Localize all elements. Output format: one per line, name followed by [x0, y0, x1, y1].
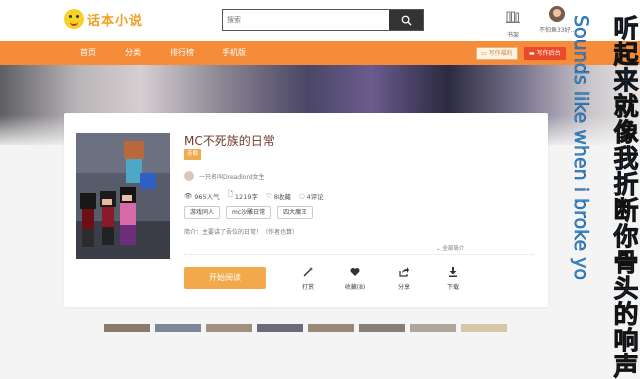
favorite-action[interactable]: 收藏(8): [342, 267, 368, 291]
recommend-thumb[interactable]: [410, 324, 456, 332]
english-lyric-overlay: Sounds like when i broke yo: [570, 15, 592, 281]
status-badge: 连载: [184, 149, 202, 160]
nav-category[interactable]: 分类: [125, 41, 141, 65]
heart-icon: [350, 268, 360, 276]
start-reading-button[interactable]: 开始阅读: [184, 267, 266, 289]
more-intro-label: 全部简介: [442, 246, 465, 252]
recommend-strip: [104, 324, 507, 332]
top-bar: 话本小说 书架 不怕鱼33好...: [0, 0, 640, 41]
book-card: MC不死族的日常 连载 一只名叫Dreadlord女生 👁 965人气 🗋 1219…: [64, 113, 548, 307]
download-icon: [449, 267, 457, 277]
recommend-thumb[interactable]: [359, 324, 405, 332]
write-benefit-label: 写作福利: [488, 50, 513, 57]
search-box: [222, 9, 424, 31]
bookshelf-label: 书架: [506, 32, 519, 39]
nav-ranking[interactable]: 排行榜: [170, 41, 194, 65]
wordcount-stat: 🗋 1219字: [228, 190, 258, 201]
site-logo[interactable]: 话本小说: [64, 9, 143, 29]
heart-outline-icon: ♡: [265, 191, 272, 200]
book-intro: 简介：主要讲了吾位的日常！（作者也算）: [184, 229, 299, 236]
write-benefit-button[interactable]: ▭ 写作福利: [476, 47, 518, 60]
write-backend-label: 写作后台: [536, 50, 561, 57]
cover-art: [76, 133, 170, 259]
tag-list: 游戏同人 mc沙雕日常 四大魔王: [184, 206, 314, 219]
popularity-stat: 👁 965人气: [184, 190, 220, 201]
recommend-thumb[interactable]: [155, 324, 201, 332]
search-button[interactable]: [389, 10, 423, 30]
author-row[interactable]: 一只名叫Dreadlord女生: [184, 171, 265, 181]
wordcount-value: 1219字: [234, 192, 258, 201]
nav-home[interactable]: 首页: [80, 41, 96, 65]
book-stats: 👁 965人气 🗋 1219字 ♡ 8收藏 ◌ 4评论: [184, 190, 324, 201]
nav-bar: 首页 分类 排行榜 手机版 ▭ 写作福利 ▬ 写作后台: [0, 41, 640, 65]
book-title: MC不死族的日常: [184, 134, 275, 148]
magic-wand-icon: [303, 267, 313, 277]
download-action[interactable]: 下载: [440, 267, 466, 291]
comment-icon: ◌: [298, 191, 305, 200]
tag-chip[interactable]: mc沙雕日常: [226, 206, 272, 219]
comments-value: 4评论: [306, 192, 324, 201]
reward-label: 打赏: [301, 284, 314, 291]
favorites-stat: ♡ 8收藏: [266, 190, 291, 201]
tag-chip[interactable]: 四大魔王: [277, 206, 314, 219]
eye-icon: 👁: [184, 191, 193, 200]
recommend-thumb[interactable]: [461, 324, 507, 332]
nav-mobile[interactable]: 手机版: [222, 41, 246, 65]
reward-action[interactable]: 打赏: [295, 267, 321, 291]
recommend-thumb[interactable]: [104, 324, 150, 332]
share-action[interactable]: 分享: [391, 267, 417, 291]
document-icon: 🗋: [227, 190, 233, 198]
recommend-thumb[interactable]: [308, 324, 354, 332]
download-label: 下载: [446, 284, 459, 291]
recommend-thumb[interactable]: [257, 324, 303, 332]
avatar: [549, 6, 565, 22]
popularity-value: 965人气: [194, 192, 220, 201]
gift-icon: ▭: [481, 50, 489, 57]
author-name: 一只名叫Dreadlord女生: [199, 173, 265, 181]
search-icon: [401, 15, 412, 26]
recommend-thumb[interactable]: [206, 324, 252, 332]
logo-text: 话本小说: [87, 13, 144, 29]
divider: [184, 254, 534, 255]
pen-icon: ▬: [529, 50, 537, 57]
author-avatar: [184, 171, 194, 181]
book-cover[interactable]: [76, 133, 170, 259]
chinese-lyric-overlay: 听起来就像我折断你骨头的响声: [610, 15, 640, 379]
share-label: 分享: [397, 284, 410, 291]
bookshelf-icon: [506, 11, 520, 23]
comments-stat: ◌ 4评论: [299, 190, 324, 201]
share-icon: [399, 267, 409, 277]
write-backend-button[interactable]: ▬ 写作后台: [524, 47, 566, 60]
mascot-icon: [64, 9, 84, 29]
favorites-value: 8收藏: [273, 192, 291, 201]
tag-chip[interactable]: 游戏同人: [184, 206, 221, 219]
bookshelf-link[interactable]: 书架: [505, 8, 521, 39]
more-intro-link[interactable]: ⌄ 全部简介: [436, 244, 464, 252]
favorite-label: 收藏(8): [344, 284, 366, 291]
search-input[interactable]: [223, 10, 389, 30]
